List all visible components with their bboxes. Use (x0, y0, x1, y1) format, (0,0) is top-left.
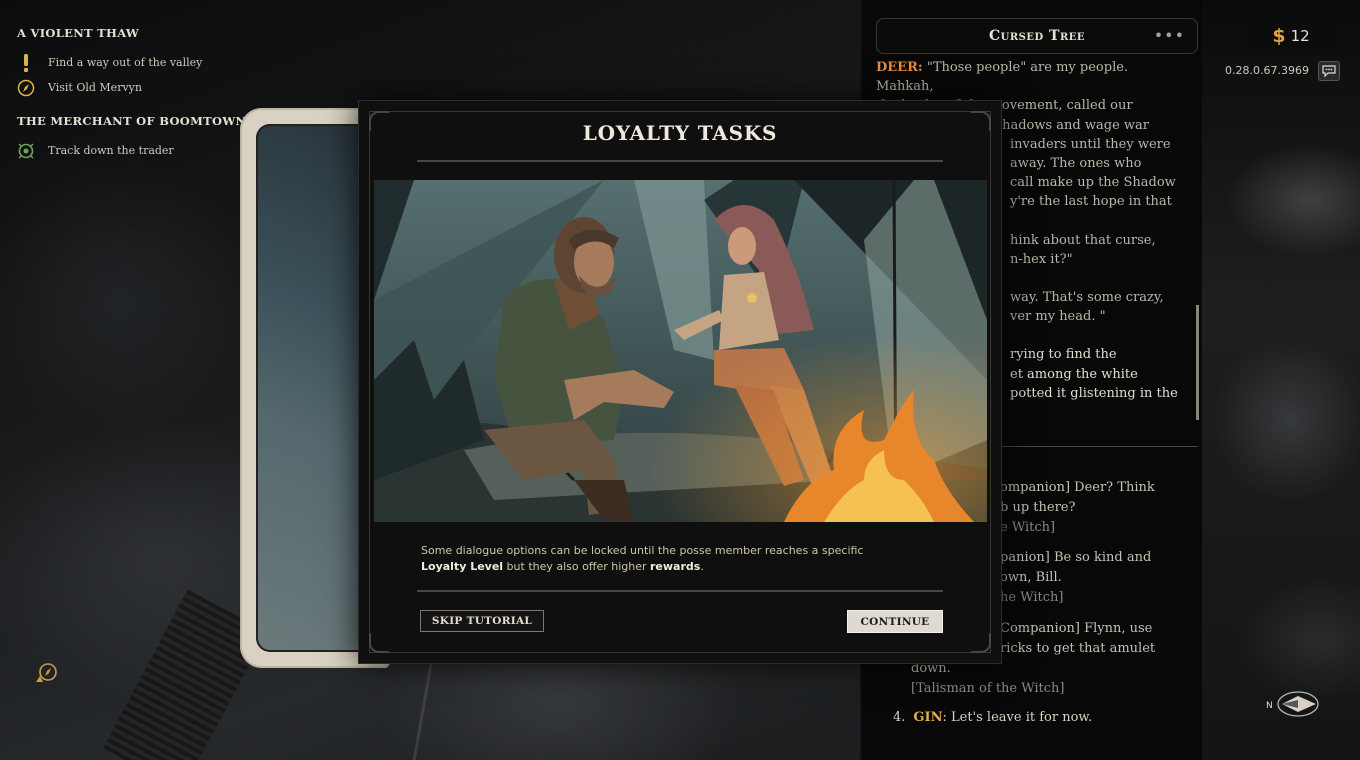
description-emphasis: rewards (650, 560, 701, 573)
dialogue-scrollbar[interactable] (1196, 305, 1199, 420)
button-divider (417, 590, 943, 592)
compass-quest-icon (17, 79, 35, 97)
quest-task[interactable]: Visit Old Mervyn (17, 75, 247, 100)
tutorial-modal: LOYALTY TASKS Some dialogue options can … (358, 100, 1002, 664)
quest-task[interactable]: Find a way out of the valley (17, 50, 247, 75)
quest-tracker: A VIOLENT THAW Find a way out of the val… (17, 26, 247, 163)
description-text: but they also offer higher (503, 560, 650, 573)
quest-title[interactable]: THE MERCHANT OF BOOMTOWN (17, 114, 247, 128)
description-text: . (700, 560, 704, 573)
dialogue-title: Cursed Tree (988, 28, 1086, 44)
quest-task-label: Find a way out of the valley (48, 56, 203, 69)
money-amount: 12 (1290, 27, 1310, 45)
dialogue-title-bar: Cursed Tree ••• (876, 18, 1198, 54)
frame-corner (971, 633, 991, 653)
chat-bubble-icon[interactable] (1318, 61, 1340, 81)
dialogue-option-final[interactable]: 4. GIN: Let's leave it for now. (876, 708, 1196, 728)
dollar-icon: $ (1272, 25, 1286, 47)
skip-tutorial-button[interactable]: SKIP TUTORIAL (420, 610, 544, 632)
dialogue-line: DEER: "Those people" are my people. Mahk… (876, 58, 1182, 96)
exclamation-icon (17, 53, 35, 72)
version-label: 0.28.0.67.3969 (1225, 64, 1309, 77)
money-display: $ 12 (1245, 18, 1337, 54)
more-options-icon[interactable]: ••• (1154, 26, 1185, 45)
speaker-name: DEER: (876, 60, 923, 75)
description-emphasis: Loyalty Level (421, 560, 504, 573)
compass-icon: N (1262, 684, 1324, 724)
option-tag: [Talisman of the Witch] (911, 681, 1065, 696)
quest-task-label: Track down the trader (48, 144, 174, 157)
tutorial-description: Some dialogue options can be locked unti… (421, 543, 951, 575)
option-text: : Let's leave it for now. (942, 710, 1093, 725)
continue-button[interactable]: CONTINUE (847, 610, 943, 633)
quest-task-label: Visit Old Mervyn (48, 81, 142, 94)
frame-corner (369, 633, 389, 653)
campfire-illustration (374, 180, 987, 522)
quest-title[interactable]: A VIOLENT THAW (17, 26, 247, 40)
map-marker-icon[interactable] (34, 660, 60, 686)
quest-task[interactable]: Track down the trader (17, 138, 247, 163)
option-speaker: GIN (913, 710, 943, 725)
description-text: Some dialogue options can be locked unti… (421, 544, 864, 557)
modal-title: LOYALTY TASKS (582, 121, 778, 145)
title-divider (417, 160, 943, 162)
campfire-scene-art (374, 180, 987, 522)
target-quest-icon (17, 142, 35, 160)
option-number: 4. (893, 710, 906, 725)
compass-north-label: N (1266, 701, 1273, 711)
